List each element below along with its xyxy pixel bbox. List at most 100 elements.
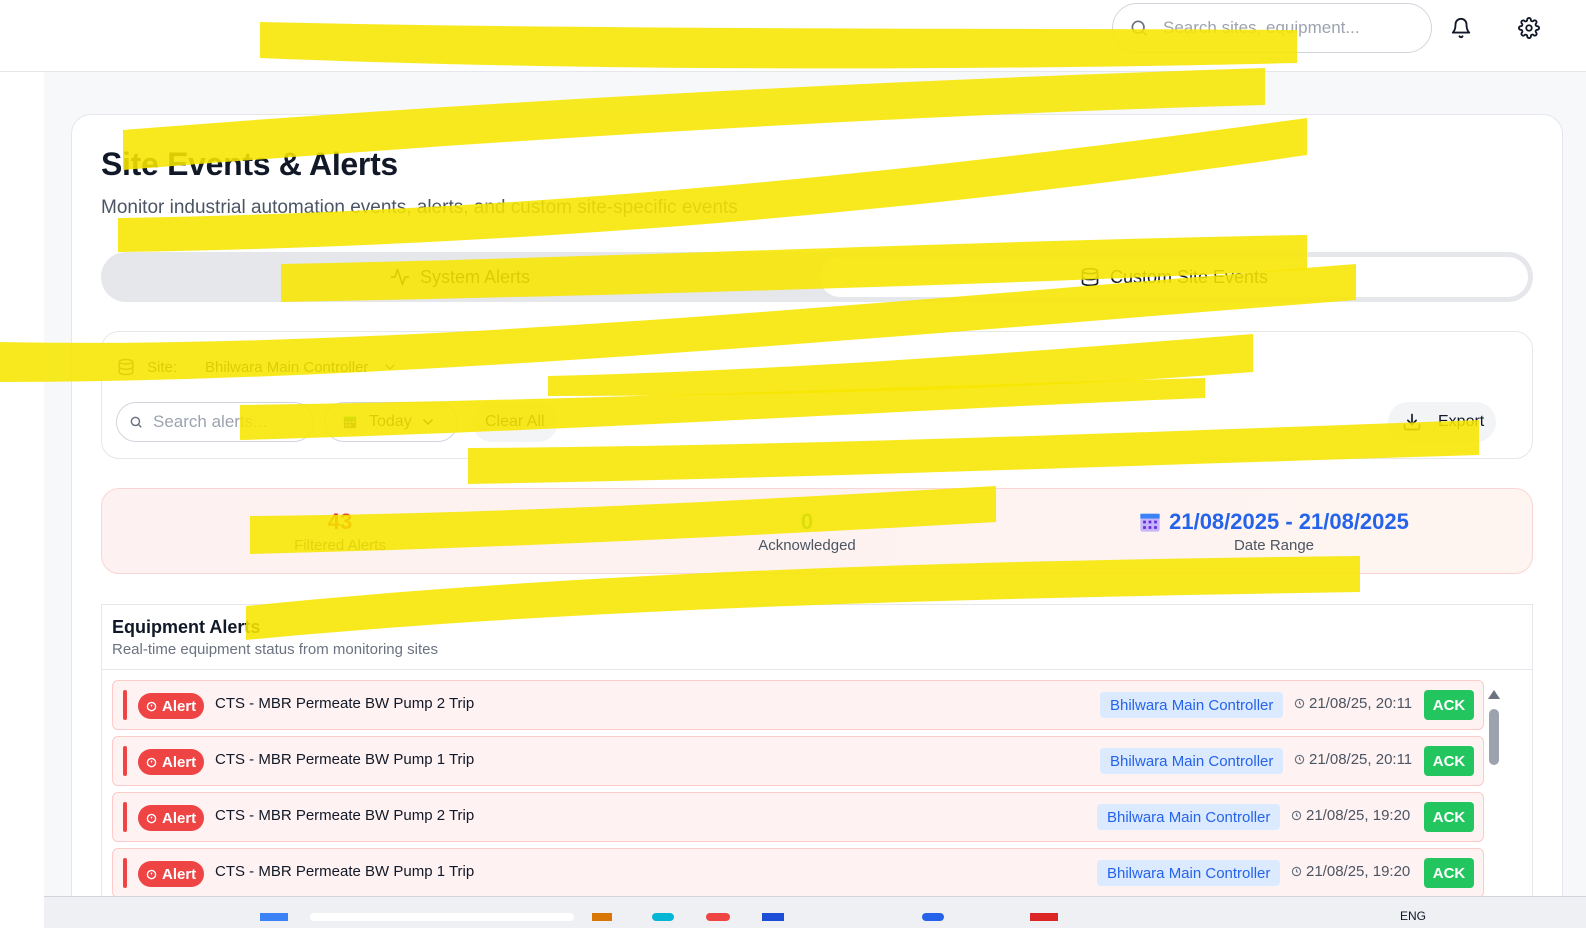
- date-range-label: Date Range: [1233, 537, 1315, 554]
- alert-row: Alert CTS - MBR Permeate BW Pump 2 Trip …: [112, 680, 1484, 730]
- ack-button[interactable]: ACK: [1424, 746, 1474, 776]
- bell-icon[interactable]: [1449, 16, 1473, 40]
- activity-icon: [390, 268, 410, 286]
- alert-time: 21/08/25, 19:20: [1291, 807, 1410, 824]
- search-icon: [1131, 20, 1148, 37]
- clock-icon: [1291, 810, 1302, 821]
- site-dropdown[interactable]: Bhilwara Main Controller: [205, 359, 398, 376]
- global-search-input[interactable]: [1163, 18, 1403, 38]
- ack-button[interactable]: ACK: [1424, 858, 1474, 888]
- stat-filtered-alerts: 43 Filtered Alerts: [260, 509, 420, 554]
- alert-search-input[interactable]: [153, 412, 303, 432]
- divider: [102, 669, 1532, 670]
- app-icon[interactable]: [762, 913, 784, 921]
- alert-message: CTS - MBR Permeate BW Pump 2 Trip: [215, 807, 475, 824]
- export-label: Export: [1438, 413, 1485, 430]
- alert-time: 21/08/25, 19:20: [1291, 863, 1410, 880]
- alert-badge: Alert: [138, 749, 205, 775]
- clock-icon: [1291, 866, 1302, 877]
- alert-badge: Alert: [138, 805, 205, 831]
- alert-circle-icon: [146, 701, 157, 711]
- stat-acknowledged: 0 Acknowledged: [727, 509, 887, 554]
- equipment-subtitle: Real-time equipment status from monitori…: [112, 641, 438, 658]
- alert-badge-label: Alert: [162, 865, 197, 883]
- gear-icon[interactable]: [1517, 16, 1541, 40]
- alert-row: Alert CTS - MBR Permeate BW Pump 1 Trip …: [112, 848, 1484, 898]
- taskbar-search-icon[interactable]: [310, 913, 574, 921]
- alert-message: CTS - MBR Permeate BW Pump 1 Trip: [215, 863, 475, 880]
- tab-label: System Alerts: [419, 266, 531, 287]
- filtered-label: Filtered Alerts: [294, 537, 386, 554]
- export-button[interactable]: Export: [1388, 402, 1496, 442]
- alert-time-value: 21/08/25, 20:11: [1309, 751, 1413, 768]
- site-tag: Bhilwara Main Controller: [1100, 748, 1284, 774]
- left-sidebar: [0, 72, 44, 928]
- language-indicator[interactable]: ENG: [1400, 909, 1426, 923]
- windows-icon[interactable]: [260, 913, 288, 921]
- severity-bar: [123, 802, 127, 832]
- app-icon[interactable]: [1030, 913, 1058, 921]
- chevron-down-icon: [385, 364, 396, 370]
- chevron-down-icon: [422, 419, 433, 425]
- tab-system-alerts[interactable]: System Alerts: [105, 256, 815, 298]
- scroll-up-arrow[interactable]: [1488, 690, 1500, 699]
- site-selector-row: Site: Bhilwara Main Controller: [117, 352, 398, 382]
- chrome-icon[interactable]: [706, 913, 730, 921]
- alert-row: Alert CTS - MBR Permeate BW Pump 1 Trip …: [112, 736, 1484, 786]
- date-range-value: 21/08/2025 - 21/08/2025: [1169, 509, 1409, 534]
- alert-time-value: 21/08/25, 20:11: [1309, 695, 1413, 712]
- alert-circle-icon: [146, 813, 157, 823]
- database-icon: [1081, 267, 1099, 287]
- scrollbar-thumb[interactable]: [1489, 709, 1499, 765]
- clock-icon: [1294, 754, 1305, 765]
- tab-label: Custom Site Events: [1109, 266, 1269, 287]
- global-search[interactable]: [1112, 3, 1432, 53]
- date-filter-dropdown[interactable]: Today: [324, 402, 458, 442]
- ack-count: 0: [800, 509, 814, 534]
- severity-bar: [123, 690, 127, 720]
- alert-badge-label: Alert: [162, 753, 197, 771]
- alert-badge-label: Alert: [162, 697, 197, 715]
- os-taskbar: ENG 15: [44, 896, 1586, 928]
- tab-bar: System Alerts Custom Site Events: [101, 252, 1533, 302]
- app-icon[interactable]: [922, 913, 944, 921]
- severity-bar: [123, 858, 127, 888]
- site-label: Site:: [147, 358, 178, 376]
- search-icon: [130, 416, 142, 428]
- site-tag: Bhilwara Main Controller: [1097, 860, 1281, 886]
- file-explorer-icon[interactable]: [592, 913, 612, 921]
- alert-message: CTS - MBR Permeate BW Pump 2 Trip: [215, 695, 475, 712]
- alert-message: CTS - MBR Permeate BW Pump 1 Trip: [215, 751, 475, 768]
- page-title: Site Events & Alerts: [101, 146, 398, 182]
- alert-time-value: 21/08/25, 19:20: [1306, 807, 1411, 824]
- alert-badge-label: Alert: [162, 809, 197, 827]
- page-subtitle: Monitor industrial automation events, al…: [101, 197, 738, 218]
- equipment-title: Equipment Alerts: [112, 617, 261, 637]
- ack-button[interactable]: ACK: [1424, 802, 1474, 832]
- top-header: [0, 0, 1586, 72]
- date-filter-label: Today: [369, 413, 412, 430]
- alert-search[interactable]: [116, 402, 314, 442]
- site-tag: Bhilwara Main Controller: [1097, 804, 1281, 830]
- site-dropdown-value: Bhilwara Main Controller: [205, 358, 369, 376]
- alert-time: 21/08/25, 20:11: [1294, 695, 1412, 712]
- calendar-icon: [1140, 513, 1160, 532]
- download-icon: [1403, 413, 1421, 431]
- alert-badge: Alert: [138, 861, 205, 887]
- severity-bar: [123, 746, 127, 776]
- ack-button[interactable]: ACK: [1424, 690, 1474, 720]
- database-icon: [118, 358, 134, 376]
- browser-icon[interactable]: [652, 913, 674, 921]
- alert-time: 21/08/25, 20:11: [1294, 751, 1412, 768]
- calendar-icon: [343, 416, 357, 429]
- alert-badge: Alert: [138, 693, 205, 719]
- filter-panel: [101, 331, 1533, 459]
- site-tag: Bhilwara Main Controller: [1100, 692, 1284, 718]
- tab-custom-site-events[interactable]: Custom Site Events: [819, 256, 1529, 298]
- stat-date-range: 21/08/2025 - 21/08/2025 Date Range: [1114, 509, 1434, 554]
- clear-all-button[interactable]: Clear All: [472, 402, 558, 442]
- alert-time-value: 21/08/25, 19:20: [1306, 863, 1411, 880]
- alert-circle-icon: [146, 869, 157, 879]
- alert-row: Alert CTS - MBR Permeate BW Pump 2 Trip …: [112, 792, 1484, 842]
- filtered-count: 43: [327, 509, 353, 534]
